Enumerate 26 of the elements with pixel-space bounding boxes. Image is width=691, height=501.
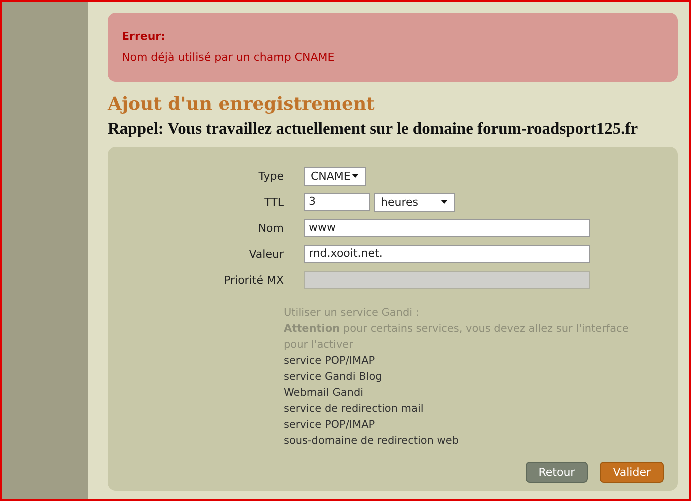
field-label: Priorité MX [223,274,284,286]
page-title: Ajout d'un enregistrement [108,94,375,115]
submit-button[interactable]: Valider [600,462,664,483]
field-label: Nom [257,222,284,234]
service-item: service de redirection mail [284,402,424,417]
domain-reminder: Rappel: Vous travaillez actuellement sur le domaine forum-roadsport125.fr [108,119,638,139]
field-label: Valeur [248,248,284,260]
unit-select[interactable]: heures [374,192,455,212]
caret-icon [352,174,359,178]
service-item: sous-domaine de redirection web [284,434,460,449]
ttl-input[interactable]: 3 [304,193,370,211]
field-label: Type [258,170,284,182]
back-button[interactable]: Retour [526,462,588,483]
field-label: TTL [264,196,284,208]
service-item: Webmail Gandi [284,386,364,401]
service-warning: Attention pour certains services, vous devez allez sur l'interface pour l'activer [284,322,630,353]
service-item: service POP/IMAP [284,418,376,433]
text-input[interactable]: rnd.xooit.net. [304,245,590,263]
service-intro: Utiliser un service Gandi : [284,306,420,321]
service-item: service POP/IMAP [284,354,376,369]
caret-icon [441,200,448,204]
service-item: service Gandi Blog [284,370,382,385]
text-input[interactable]: www [304,219,590,237]
type-select[interactable]: CNAME [304,166,366,186]
error-title: Erreur: [122,30,166,43]
error-message: Nom déjà utilisé par un champ CNAME [122,51,336,64]
